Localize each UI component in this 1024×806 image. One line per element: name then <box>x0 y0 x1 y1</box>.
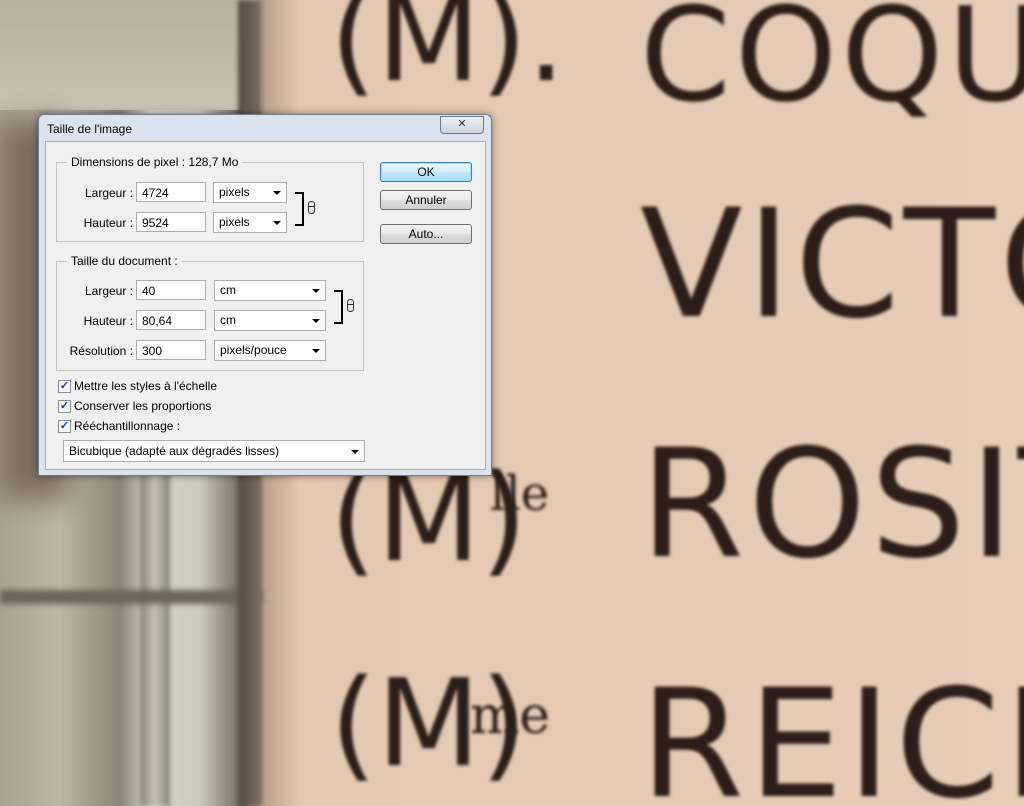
scan-suffix-3: lle <box>490 466 550 522</box>
pixel-link-bracket <box>295 192 304 226</box>
pixel-width-input[interactable]: 4724 <box>136 182 206 202</box>
scan-suffix-4: me <box>470 686 551 746</box>
scan-word-2: VICTOI <box>640 178 1024 352</box>
pixel-width-unit-value: pixels <box>219 185 250 199</box>
chevron-down-icon <box>273 191 281 195</box>
resolution-label: Résolution : <box>69 344 133 358</box>
resample-checkbox[interactable]: ✓ <box>58 420 71 433</box>
image-size-dialog: Taille de l'image ✕ Dimensions de pixel … <box>38 114 492 476</box>
frame-rail-horizontal <box>0 590 262 604</box>
doc-width-label: Largeur : <box>84 284 133 298</box>
constrain-proportions-checkbox[interactable]: ✓ <box>58 400 71 413</box>
close-icon: ✕ <box>457 118 467 130</box>
frame-top <box>0 0 262 110</box>
chevron-down-icon <box>312 349 320 353</box>
pixel-height-unit-select[interactable]: pixels <box>213 212 287 233</box>
chevron-down-icon <box>312 319 320 323</box>
chevron-down-icon <box>351 450 359 454</box>
chevron-down-icon <box>312 289 320 293</box>
pixel-width-unit-select[interactable]: pixels <box>213 182 287 203</box>
doc-height-label: Hauteur : <box>83 314 133 328</box>
pixel-dimensions-group: Dimensions de pixel : 128,7 Mo Largeur :… <box>56 155 364 242</box>
document-size-group: Taille du document : Largeur : 40 cm Hau… <box>56 254 364 371</box>
scan-prefix-1: (M). <box>330 0 566 109</box>
doc-height-unit-value: cm <box>220 313 236 327</box>
doc-height-input[interactable]: 80,64 <box>136 310 206 330</box>
doc-link-bracket <box>334 290 343 324</box>
dialog-titlebar[interactable]: Taille de l'image ✕ <box>39 115 491 141</box>
pixel-dimensions-legend: Dimensions de pixel : 128,7 Mo <box>67 155 243 169</box>
pixel-width-label: Largeur : <box>84 186 133 200</box>
pixel-dimensions-legend-text: Dimensions de pixel : <box>71 155 189 169</box>
pixel-height-label: Hauteur : <box>83 216 133 230</box>
resolution-input[interactable]: 300 <box>136 340 206 360</box>
resample-label: Rééchantillonnage : <box>74 419 181 433</box>
resample-method-select[interactable]: Bicubique (adapté aux dégradés lisses) <box>63 440 365 462</box>
pixel-height-input[interactable]: 9524 <box>136 212 206 232</box>
constrain-proportions-label: Conserver les proportions <box>74 399 212 413</box>
scale-styles-label: Mettre les styles à l'échelle <box>74 379 218 393</box>
scan-word-4: REICH <box>640 658 1024 806</box>
scan-word-3: ROSIT <box>640 418 1024 592</box>
auto-button[interactable]: Auto... <box>380 224 472 244</box>
doc-width-unit-value: cm <box>220 283 236 297</box>
close-button[interactable]: ✕ <box>440 116 484 134</box>
dialog-title: Taille de l'image <box>47 122 133 136</box>
doc-width-unit-select[interactable]: cm <box>214 280 326 301</box>
resample-method-value: Bicubique (adapté aux dégradés lisses) <box>69 444 280 458</box>
resolution-unit-select[interactable]: pixels/pouce <box>214 340 326 361</box>
resolution-unit-value: pixels/pouce <box>220 343 287 357</box>
frame-rail <box>140 470 170 806</box>
pixel-dimensions-size: 128,7 Mo <box>188 155 239 169</box>
chain-link-icon <box>347 299 354 312</box>
scale-styles-checkbox[interactable]: ✓ <box>58 380 71 393</box>
cancel-button[interactable]: Annuler <box>380 190 472 210</box>
document-size-legend: Taille du document : <box>67 254 182 268</box>
doc-height-unit-select[interactable]: cm <box>214 310 326 331</box>
chevron-down-icon <box>273 221 281 225</box>
chain-link-icon <box>308 201 315 214</box>
pixel-height-unit-value: pixels <box>219 215 250 229</box>
scan-word-1: COQU <box>640 0 1024 131</box>
dialog-client: Dimensions de pixel : 128,7 Mo Largeur :… <box>45 141 486 470</box>
ok-button[interactable]: OK <box>380 162 472 182</box>
doc-width-input[interactable]: 40 <box>136 280 206 300</box>
